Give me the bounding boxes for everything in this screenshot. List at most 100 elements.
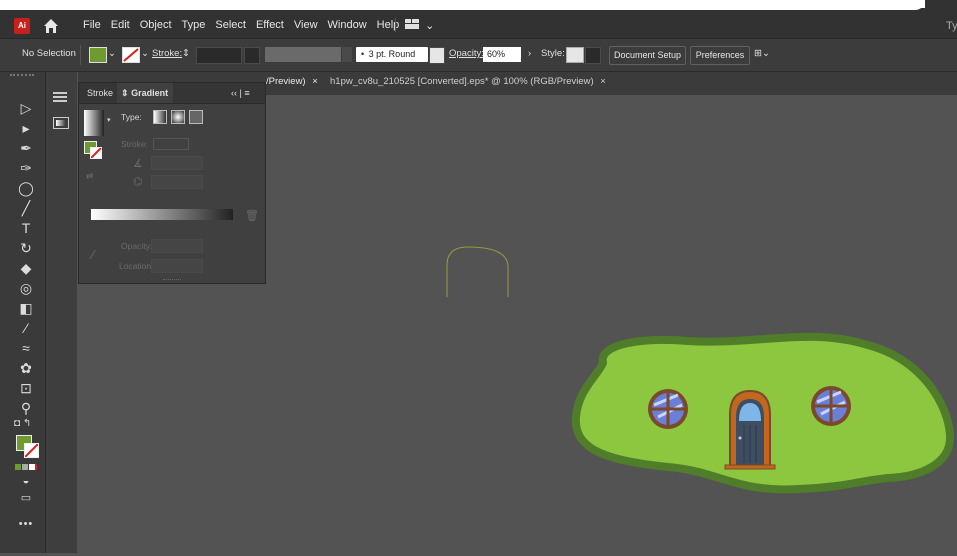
pen-tool-icon[interactable]: ✒	[18, 140, 34, 156]
tools-panel: ▷ ▸ ✒ ✑ ◯ ╱ T ↻ ◆ ◎ ◧ ⁄ ≈ ✿ ⊡ ⚲ ◘ ↰ ◒ ▭ …	[0, 72, 77, 553]
brush-value: 3 pt. Round	[368, 49, 416, 59]
illustrator-logo: Ai	[14, 18, 30, 34]
fill-dropdown-chevron-icon[interactable]: ⌄	[108, 48, 116, 59]
menu-edit[interactable]: Edit	[111, 19, 130, 31]
gradient-tool-icon[interactable]: ◧	[18, 300, 34, 316]
control-divider	[80, 45, 81, 65]
grip-icon[interactable]	[10, 74, 34, 78]
linear-gradient-icon[interactable]	[153, 110, 167, 124]
aspect-ratio-field	[151, 175, 203, 189]
stroke-color-box[interactable]	[24, 443, 39, 458]
panel-icons-column	[45, 72, 77, 553]
gradient-preview-swatch[interactable]	[84, 110, 104, 136]
zoom-tool-icon[interactable]: ⚲	[18, 400, 34, 416]
edit-toolbar-icon[interactable]: •••	[18, 516, 34, 532]
panel-menu-icon[interactable]	[53, 92, 67, 94]
stroke-label[interactable]: Stroke:	[152, 48, 182, 59]
opacity-field[interactable]: 60%	[483, 47, 521, 62]
menu-bar: File Edit Object Type Select Effect View…	[83, 19, 409, 31]
angle-icon: ∡	[133, 158, 143, 170]
workspace-icon	[405, 19, 419, 29]
location-label-dim: Location:	[119, 261, 154, 271]
panel-resize-grip[interactable]	[163, 279, 181, 282]
opacity-flyout-icon[interactable]: ›	[528, 48, 531, 59]
screen-mode-icon[interactable]: ▭	[18, 490, 34, 506]
swap-fill-stroke-icon[interactable]: ◘ ↰	[14, 418, 31, 429]
control-bar: No Selection ⌄ ⌄ Stroke: ⇕ • 3 pt. Round…	[0, 39, 957, 72]
stroke-weight-field[interactable]	[196, 47, 242, 64]
tab-gradient-icon: ⇕	[121, 88, 129, 98]
stroke-swatch[interactable]	[122, 47, 140, 63]
draw-mode-icon[interactable]: ◒	[18, 473, 34, 489]
gradient-panel: Stroke ⇕ Gradient ‹‹ | ≡ ▾ Type: Stroke:…	[78, 82, 266, 284]
profile-dropdown[interactable]	[342, 47, 352, 62]
home-icon[interactable]	[42, 17, 60, 35]
menu-type[interactable]: Type	[182, 19, 206, 31]
collapse-panel-icon[interactable]: ‹‹ | ≡	[231, 88, 250, 98]
opacity-label[interactable]: Opacity:	[449, 48, 484, 59]
arrange-documents-icon[interactable]: ⊞⌄	[754, 48, 770, 59]
symbol-sprayer-tool-icon[interactable]: ✿	[18, 360, 34, 376]
menu-file[interactable]: File	[83, 19, 101, 31]
panel-opacity-field	[151, 239, 203, 253]
preferences-button[interactable]: Preferences	[690, 46, 750, 65]
eyedropper-tool-icon[interactable]: ⁄	[18, 320, 34, 336]
tab-gradient[interactable]: ⇕ Gradient	[121, 88, 168, 99]
tab-1-label: /Preview)	[266, 76, 306, 87]
stroke-weight-stepper-icon[interactable]: ⇕	[182, 48, 190, 59]
tab-stroke[interactable]: Stroke	[87, 88, 113, 98]
selection-tool-icon[interactable]: ▷	[18, 100, 34, 116]
style-label: Style:	[541, 48, 565, 59]
freeform-gradient-icon[interactable]	[189, 110, 203, 124]
menu-window[interactable]: Window	[328, 19, 367, 31]
eraser-tool-icon[interactable]: ◆	[18, 260, 34, 276]
document-tab-1[interactable]: /Preview) ×	[266, 76, 318, 87]
fill-swatch[interactable]	[89, 47, 107, 63]
delete-stop-icon: 🗑	[245, 210, 259, 222]
style-swatch[interactable]	[566, 47, 584, 63]
stroke-dropdown-chevron-icon[interactable]: ⌄	[141, 48, 149, 59]
angle-field	[151, 156, 203, 170]
tab-gradient-label: Gradient	[131, 88, 169, 98]
menu-view[interactable]: View	[294, 19, 318, 31]
opacity-label-dim: Opacity:	[121, 241, 153, 251]
brush-dot-icon: •	[361, 49, 365, 59]
stroke-weight-dropdown[interactable]	[244, 47, 260, 64]
artboard-tool-icon[interactable]: ⊡	[18, 380, 34, 396]
clipped-search-text: Ty	[946, 20, 957, 32]
menu-select[interactable]: Select	[215, 19, 246, 31]
location-field	[151, 259, 203, 273]
brush-dropdown-chevron-icon[interactable]	[429, 47, 445, 64]
stroke-label-dim: Stroke:	[121, 139, 148, 149]
workspace-switcher[interactable]: ⌄	[405, 19, 434, 32]
menu-object[interactable]: Object	[140, 19, 172, 31]
brush-definition[interactable]: • 3 pt. Round	[356, 47, 428, 62]
gradient-preset-chevron-icon[interactable]: ▾	[107, 116, 111, 124]
close-icon[interactable]: ×	[312, 76, 318, 87]
curvature-tool-icon[interactable]: ✑	[18, 160, 34, 176]
style-dropdown[interactable]	[585, 47, 601, 64]
window-corner	[925, 0, 957, 10]
blend-tool-icon[interactable]: ≈	[18, 340, 34, 356]
gradient-slider[interactable]	[91, 209, 233, 220]
color-mode-icons[interactable]	[15, 461, 37, 470]
rotate-tool-icon[interactable]: ↻	[18, 240, 34, 256]
variable-width-profile[interactable]	[265, 47, 341, 62]
window-top-edge-rounded	[0, 0, 925, 10]
document-tab-2[interactable]: h1pw_cv8u_210525 [Converted].eps* @ 100%…	[330, 76, 606, 87]
brush-tool-icon[interactable]: ╱	[18, 200, 34, 216]
arch-outline-shape	[446, 246, 509, 297]
direct-selection-tool-icon[interactable]: ▸	[18, 120, 34, 136]
shape-builder-tool-icon[interactable]: ◎	[18, 280, 34, 296]
type-tool-icon[interactable]: T	[18, 220, 34, 236]
gradient-panel-icon[interactable]	[53, 117, 69, 129]
ellipse-tool-icon[interactable]: ◯	[18, 180, 34, 196]
stroke-indicator-box[interactable]	[90, 147, 102, 159]
document-setup-button[interactable]: Document Setup	[609, 46, 686, 65]
reverse-gradient-icon: ⇄	[86, 171, 94, 181]
opacity-value: 60%	[487, 49, 506, 59]
close-icon[interactable]: ×	[600, 76, 606, 87]
eyedropper-icon: ⁄	[92, 247, 95, 262]
radial-gradient-icon[interactable]	[171, 110, 185, 124]
menu-effect[interactable]: Effect	[256, 19, 284, 31]
